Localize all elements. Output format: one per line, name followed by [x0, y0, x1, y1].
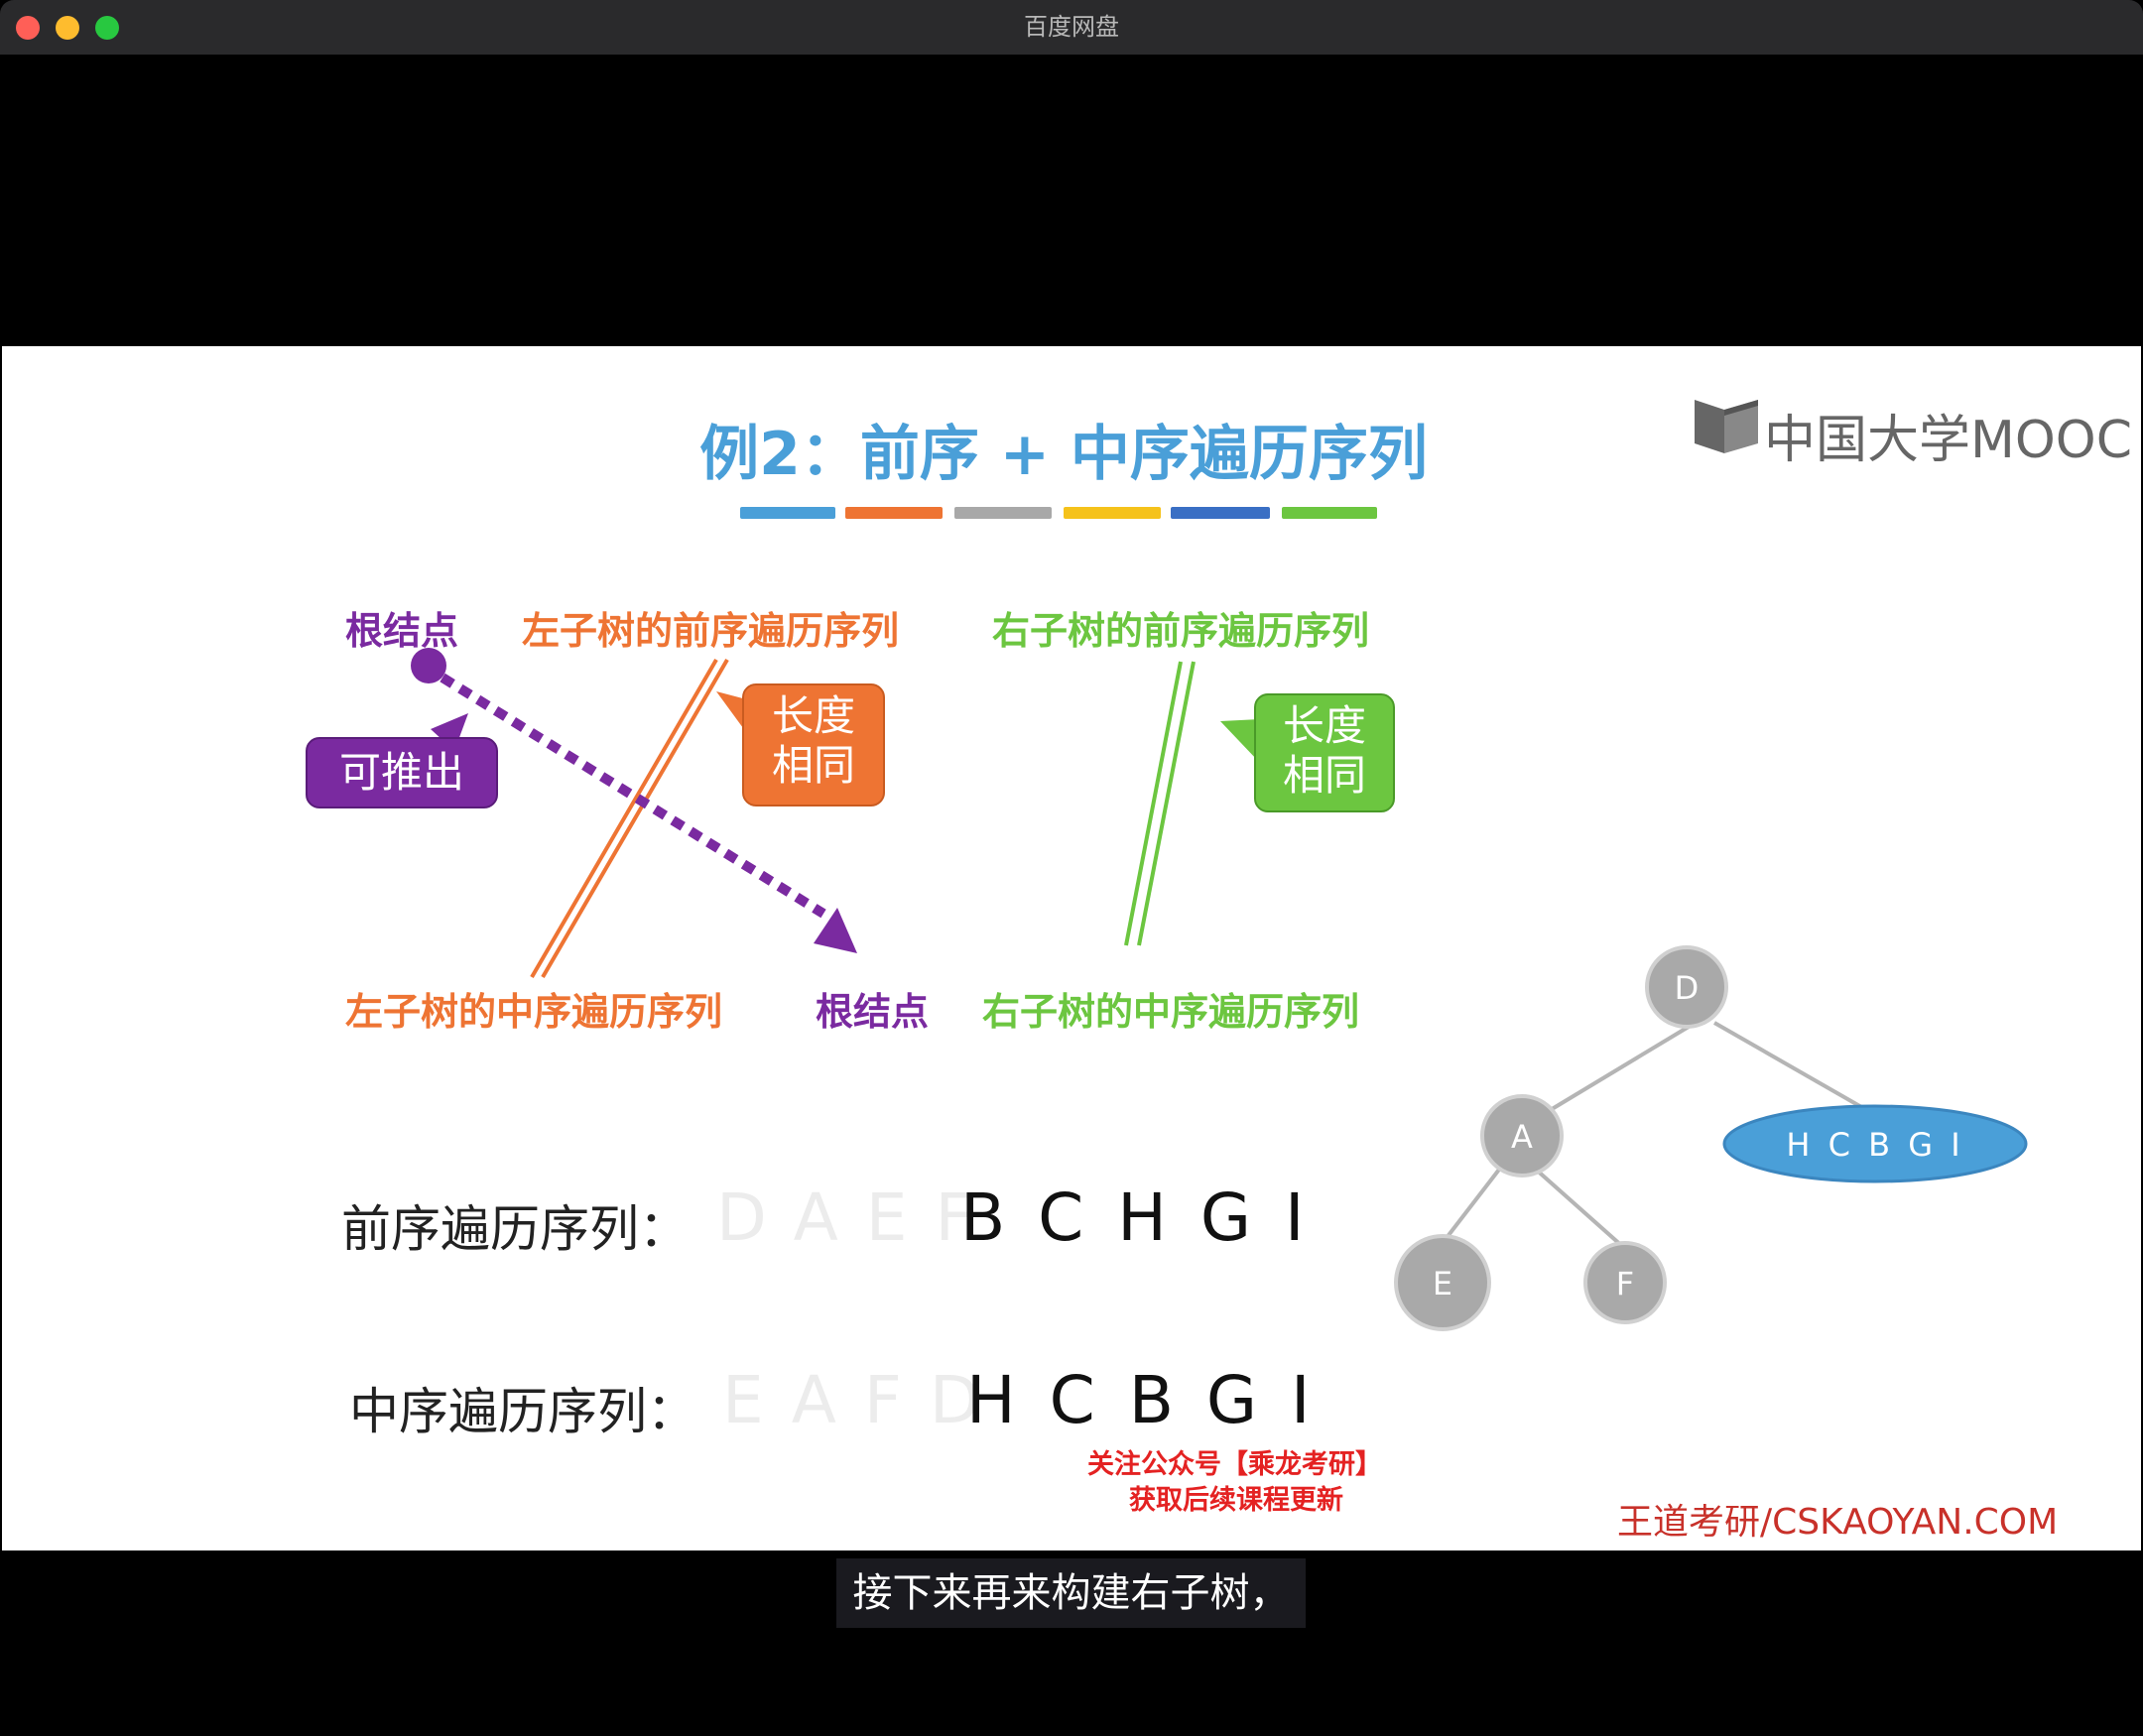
same-length-text-orange-1: 长度: [771, 691, 855, 740]
tree-node-f: F: [1583, 1241, 1667, 1324]
preorder-sequence-faded: DAEF: [716, 1179, 1001, 1256]
same-length-text-orange-2: 相同: [771, 741, 855, 790]
lecture-slide: 例2：前序 + 中序遍历序列 中国大学MOOC 根结点 左子树的前序遍历序列 右…: [2, 346, 2141, 1550]
infer-callout-text: 可推出: [338, 748, 464, 797]
inorder-sequence-label: 中序遍历序列：: [349, 1383, 696, 1440]
mooc-logo-icon: [1695, 400, 1758, 453]
svg-text:A: A: [1511, 1118, 1533, 1156]
svg-text:H C B G I: H C B G I: [1786, 1126, 1963, 1164]
binary-tree-diagram: D A E F H C B G I: [1394, 945, 2028, 1331]
same-length-callout-orange: 长度 相同: [742, 683, 885, 806]
mooc-logo-text: 中国大学MOOC: [1764, 411, 2133, 470]
video-player[interactable]: 例2：前序 + 中序遍历序列 中国大学MOOC 根结点 左子树的前序遍历序列 右…: [0, 55, 2143, 1736]
video-subtitle: 接下来再来构建右子树，: [836, 1558, 1306, 1628]
right-subtree-node: H C B G I: [1722, 1104, 2028, 1183]
promo-line-2: 获取后续课程更新: [1129, 1485, 1343, 1516]
same-length-text-green-1: 长度: [1282, 701, 1366, 750]
website-label: 王道考研/CSKAOYAN.COM: [1617, 1502, 2059, 1543]
svg-text:E: E: [1433, 1265, 1452, 1302]
preorder-sequence-label: 前序遍历序列：: [341, 1200, 689, 1258]
tree-node-d: D: [1645, 945, 1728, 1029]
tree-node-a: A: [1480, 1094, 1564, 1178]
svg-text:D: D: [1675, 969, 1700, 1007]
infer-callout: 可推出: [306, 737, 498, 808]
tree-node-e: E: [1394, 1234, 1491, 1331]
promo-line-1: 关注公众号【乘龙考研】: [1087, 1449, 1382, 1480]
inorder-sequence-active: HCBGI: [966, 1362, 1344, 1438]
same-length-callout-green: 长度 相同: [1254, 693, 1395, 812]
preorder-sequence-active: BCHGI: [960, 1179, 1338, 1256]
svg-text:F: F: [1616, 1265, 1634, 1302]
inorder-sequence-faded: EAFD: [722, 1362, 1008, 1438]
same-length-text-green-2: 相同: [1282, 751, 1366, 800]
window-title: 百度网盘: [1024, 13, 1119, 41]
app-window: 百度网盘 例2：前序 + 中序遍历序列 中国大学MOOC 根结点 左子树的前序遍…: [0, 0, 2143, 1736]
mapping-diagram: [411, 648, 1260, 979]
title-bar: 百度网盘: [0, 0, 2143, 56]
